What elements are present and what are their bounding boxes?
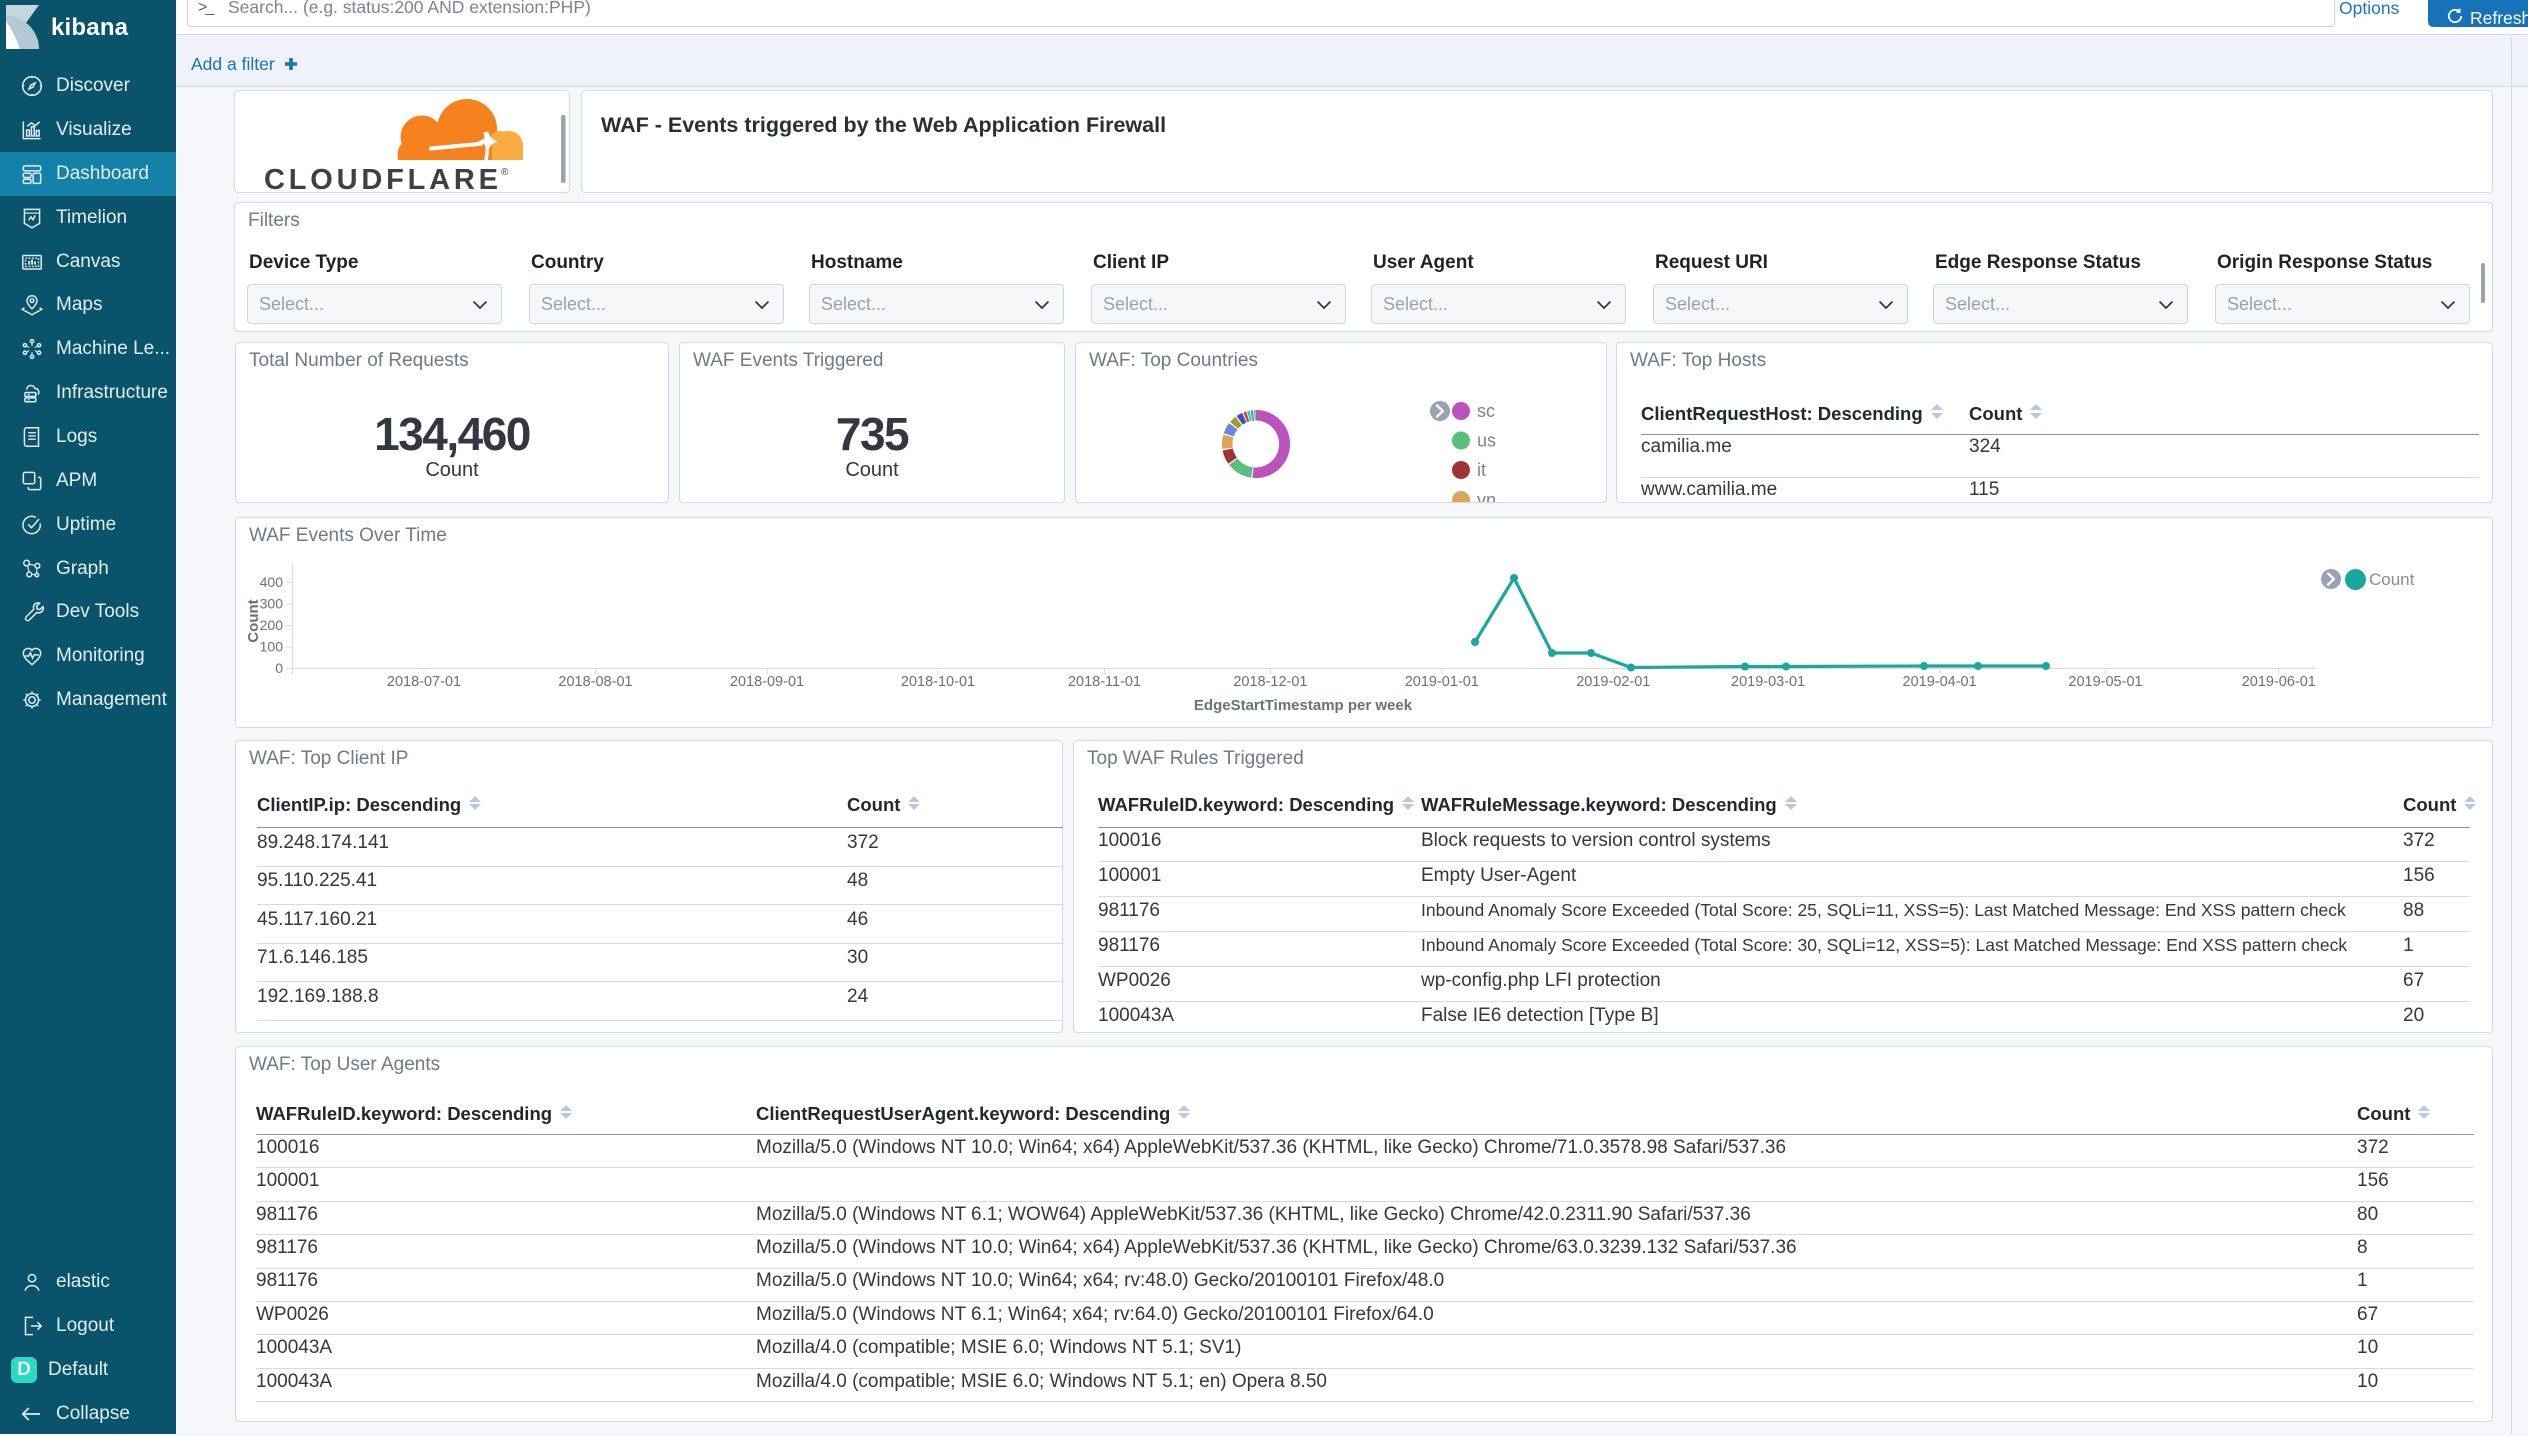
svg-text:200: 200 [260,617,284,633]
svg-text:100: 100 [260,639,284,655]
svg-text:EdgeStartTimestamp per week: EdgeStartTimestamp per week [1194,697,1413,714]
svg-text:2018-10-01: 2018-10-01 [901,674,975,690]
svg-text:sc: sc [1477,401,1495,421]
svg-text:Count: Count [2369,570,2415,589]
svg-text:®: ® [501,167,509,178]
svg-text:2018-08-01: 2018-08-01 [558,674,632,690]
svg-text:2018-09-01: 2018-09-01 [730,674,804,690]
svg-text:300: 300 [260,596,284,612]
svg-text:2019-01-01: 2019-01-01 [1405,674,1479,690]
svg-text:CLOUDFLARE: CLOUDFLARE [264,164,502,194]
svg-text:us: us [1477,431,1496,451]
svg-text:2019-05-01: 2019-05-01 [2068,674,2142,690]
svg-text:2019-02-01: 2019-02-01 [1576,674,1650,690]
svg-text:it: it [1477,460,1486,480]
svg-text:400: 400 [260,574,284,590]
svg-text:2019-04-01: 2019-04-01 [1903,674,1977,690]
svg-text:2018-07-01: 2018-07-01 [387,674,461,690]
svg-text:2019-06-01: 2019-06-01 [2242,674,2316,690]
svg-text:0: 0 [275,660,283,676]
svg-text:2019-03-01: 2019-03-01 [1731,674,1805,690]
svg-text:vn: vn [1477,490,1496,502]
svg-text:Count: Count [245,599,262,642]
svg-text:2018-11-01: 2018-11-01 [1068,674,1141,690]
svg-text:2018-12-01: 2018-12-01 [1233,674,1307,690]
